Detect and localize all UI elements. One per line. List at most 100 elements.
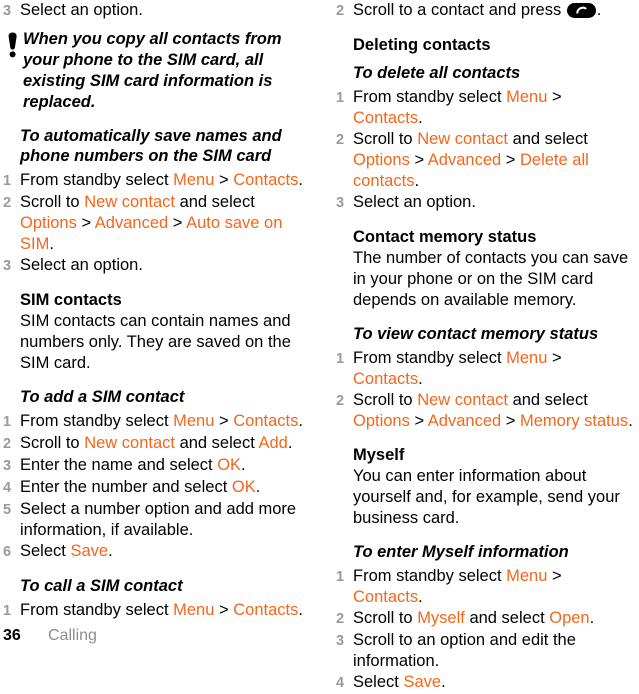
step-row: 3 Enter the name and select OK. (3, 455, 311, 477)
step-text: Enter the number and select OK. (20, 477, 311, 498)
step-text-fragment: > (214, 171, 234, 189)
menu-path-token: Menu (506, 88, 548, 106)
view-memory-steps: 1 From standby select Menu > Contacts. 2 Sc… (336, 348, 634, 432)
heading-call-sim-contact: To call a SIM contact (20, 577, 183, 595)
step-number: 1 (336, 569, 345, 585)
step-number: 3 (336, 633, 345, 649)
step-number: 2 (3, 195, 12, 211)
menu-path-token: Advanced (427, 412, 502, 430)
step-number: 3 (3, 258, 12, 274)
step-text-fragment: and select (464, 609, 550, 627)
step-text-fragment: From standby select (20, 412, 174, 430)
step-text-fragment: Scroll to (353, 130, 418, 148)
step-number: 2 (336, 611, 345, 627)
manual-page: 3 Select an option. When you copy all co… (0, 0, 639, 691)
step-text-fragment: From standby select (353, 567, 507, 585)
menu-path-token: New contact (417, 130, 508, 148)
step-text-fragment: From standby select (20, 171, 174, 189)
step-number: 2 (336, 132, 345, 148)
call-sim-contact-steps: 1 From standby select Menu > Contacts. (3, 600, 311, 622)
step-number: 1 (336, 351, 345, 367)
step-number: 6 (3, 544, 12, 560)
step-text-fragment: > (214, 412, 234, 430)
step-text: From standby select Menu > Contacts. (353, 87, 634, 129)
note-text: When you copy all contacts from your pho… (23, 30, 282, 111)
chapter-name: Calling (48, 627, 97, 644)
heading-myself: Myself (353, 446, 405, 464)
add-sim-contact-steps: 1 From standby select Menu > Contacts. 2 Sc… (3, 411, 311, 563)
menu-path-token: Myself (417, 609, 465, 627)
step-row: 4 Enter the number and select OK. (3, 477, 311, 499)
step-text-fragment: Scroll to (20, 193, 85, 211)
menu-path-token: Menu (506, 349, 548, 367)
step-row: 2 Scroll to New contact and select Option… (3, 192, 311, 255)
step-text-fragment: Select an option. (20, 256, 143, 274)
menu-path-token: Contacts (233, 601, 299, 619)
step-text: Scroll to Myself and select Open. (353, 608, 634, 629)
step-text-fragment: . (241, 456, 246, 474)
step-number: 1 (3, 603, 12, 619)
page-footer: 36 Calling (3, 627, 97, 645)
step-text: Scroll to an option and edit the informa… (353, 630, 634, 672)
menu-path-token: OK (231, 478, 256, 496)
myself-body: You can enter information about yourself… (353, 467, 620, 527)
step-row: 1 From standby select Menu > Contacts. (3, 170, 311, 192)
step-row: 4 Select Save. (336, 672, 634, 694)
menu-path-token: Save (70, 542, 109, 560)
step-text-fragment: Scroll to an option and edit the informa… (353, 631, 576, 670)
step-text-fragment: > (76, 214, 95, 232)
step-text: Select an option. (20, 255, 311, 276)
step-text-fragment: . (298, 601, 303, 619)
step-text-fragment: . (589, 609, 595, 627)
step-text-fragment: From standby select (353, 349, 507, 367)
menu-path-token: Save (403, 673, 442, 691)
step-text: Select an option. (20, 1, 143, 19)
step-row: 1 From standby select Menu > Contacts. (336, 87, 634, 129)
step-row: 1 From standby select Menu > Contacts. (336, 566, 634, 608)
step-text-fragment: > (168, 214, 187, 232)
menu-path-token: Options (20, 214, 77, 232)
menu-path-token: Contacts (353, 109, 419, 127)
heading-delete-all: To delete all contacts (353, 64, 521, 82)
left-column: 3 Select an option. When you copy all co… (0, 0, 319, 620)
menu-path-token: New contact (84, 434, 175, 452)
step-text: Scroll to New contact and select Options… (353, 129, 634, 192)
menu-path-token: Menu (506, 567, 548, 585)
menu-path-token: Contacts (233, 171, 299, 189)
step-text-fragment: Select a number option and add more info… (20, 500, 297, 539)
menu-path-token: Menu (173, 601, 215, 619)
step-number: 5 (3, 502, 12, 518)
step-text-fragment: > (547, 349, 562, 367)
heading-enter-myself: To enter Myself information (353, 543, 569, 561)
step-number: 1 (3, 414, 12, 430)
step-text-fragment: . (255, 478, 261, 496)
menu-path-token: Contacts (353, 588, 419, 606)
step-row: 2 Scroll to Myself and select Open. (336, 608, 634, 630)
step-text-fragment: Select (20, 542, 71, 560)
step-text-fragment: . (441, 673, 446, 691)
menu-path-token: OK (217, 456, 242, 474)
step-row: 5 Select a number option and add more inf… (3, 499, 311, 541)
step-number: 3 (3, 3, 12, 19)
step-text-fragment: From standby select (20, 601, 174, 619)
step-number: 3 (336, 195, 345, 211)
sim-contacts-body: SIM contacts can contain names and numbe… (20, 312, 291, 372)
step-number: 4 (336, 675, 345, 691)
step-text-fragment: > (409, 412, 428, 430)
step-text-before: Scroll to a contact and press (353, 1, 562, 19)
step-text: Select Save. (20, 541, 311, 562)
call-key-icon (566, 3, 596, 18)
step-text-fragment: . (298, 412, 303, 430)
step-row: 2 Scroll to New contact and select Option… (336, 129, 634, 192)
step-row: 1 From standby select Menu > Contacts. (336, 348, 634, 390)
heading-add-sim-contact: To add a SIM contact (20, 388, 185, 406)
menu-path-token: Memory status (519, 412, 629, 430)
step-text-fragment: > (547, 88, 562, 106)
step-text-fragment: . (108, 542, 113, 560)
step-number: 2 (336, 393, 345, 409)
